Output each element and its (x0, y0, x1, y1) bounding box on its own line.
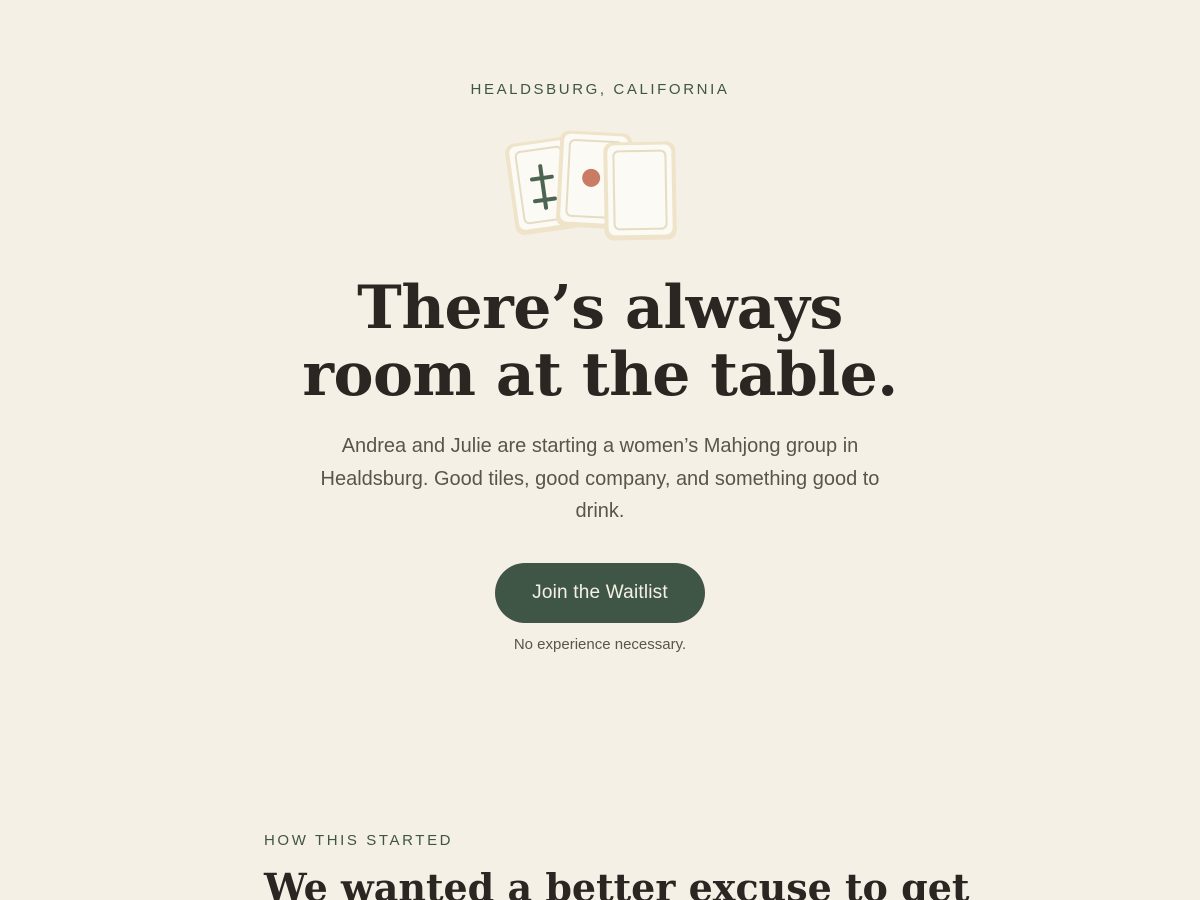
blank-tile-icon (603, 141, 677, 241)
hero-headline-line-1: There’s always (357, 273, 843, 343)
hero-headline-line-2: room at the table. (302, 340, 898, 410)
cta-note: No experience necessary. (513, 636, 687, 653)
hero-description: Andrea and Julie are starting a women’s … (320, 435, 880, 522)
join-waitlist-button[interactable]: Join the Waitlist (495, 563, 705, 623)
story-title: We wanted a better excuse to get (264, 865, 970, 900)
mahjong-tiles-illustration (500, 126, 690, 246)
location-eyebrow: HEALDSBURG, CALIFORNIA (470, 81, 730, 98)
story-eyebrow: HOW THIS STARTED (264, 832, 454, 849)
hero-headline: There’s always room at the table. (0, 275, 1200, 409)
